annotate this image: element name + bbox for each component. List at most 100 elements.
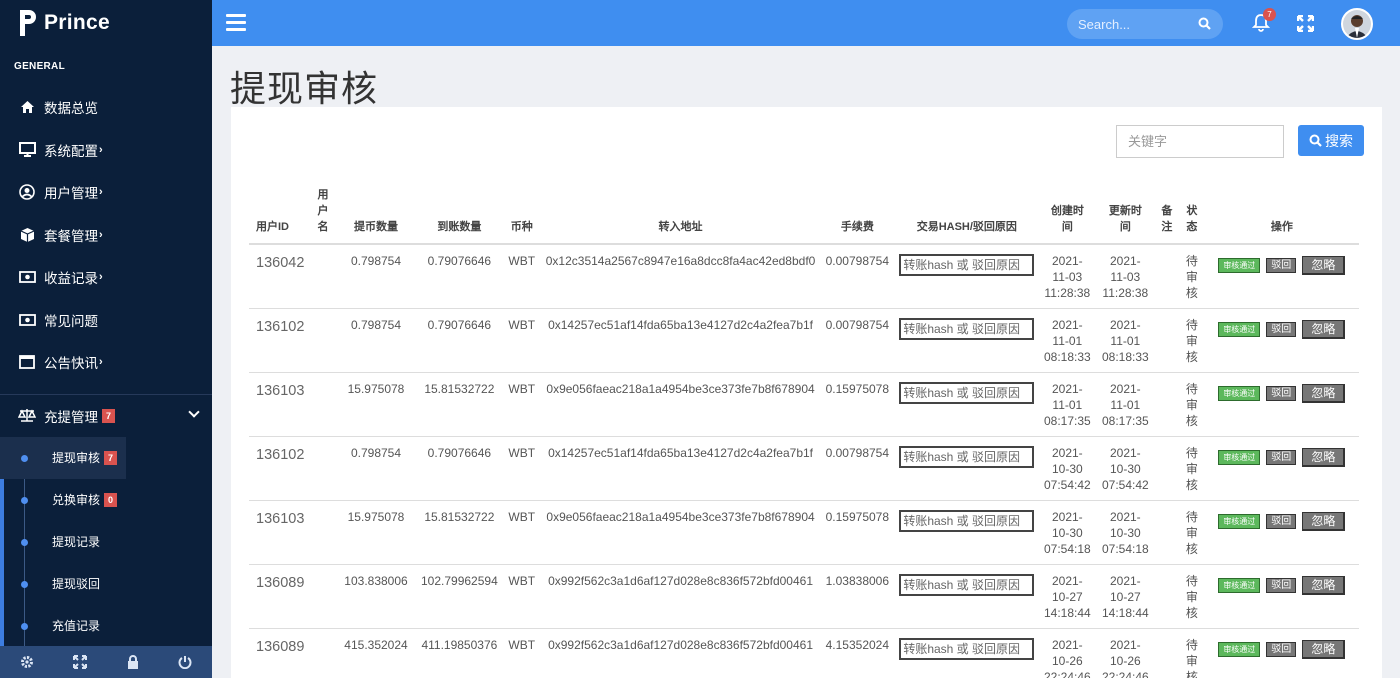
ignore-button[interactable]: 忽略 bbox=[1302, 639, 1346, 659]
table-row: 136089 415.352024 411.19850376 WBT 0x992f562… bbox=[249, 628, 1360, 678]
cell-remark bbox=[1154, 564, 1180, 629]
col-fee: 手续费 bbox=[819, 187, 896, 245]
col-address: 转入地址 bbox=[541, 187, 820, 245]
col-remark: 备注 bbox=[1154, 187, 1180, 245]
row-actions: 审核通过 驳回 忽略 bbox=[1208, 573, 1355, 595]
power-icon[interactable] bbox=[178, 655, 192, 669]
hash-input[interactable] bbox=[899, 509, 1035, 532]
cell-received: 411.19850376 bbox=[417, 628, 502, 678]
cell-created: 2021-10-30 07:54:18 bbox=[1038, 500, 1097, 565]
sidebar-item-label: 收益记录 bbox=[44, 271, 98, 287]
notification-count: 7 bbox=[1263, 8, 1276, 21]
subnav-item-4[interactable]: 充值记录 bbox=[0, 605, 212, 647]
approve-button[interactable]: 审核通过 bbox=[1218, 321, 1261, 337]
approve-button[interactable]: 审核通过 bbox=[1218, 258, 1261, 273]
ignore-button[interactable]: 忽略 bbox=[1302, 511, 1346, 531]
cell-address: 0x12c3514a2567c8947e16a8dcc8fa4ac42ed8bd… bbox=[541, 244, 820, 309]
avatar[interactable] bbox=[1341, 8, 1373, 40]
subnav-item-label: 提现驳回 bbox=[52, 577, 101, 591]
reject-button[interactable]: 驳回 bbox=[1266, 513, 1297, 529]
created-date: 2021-11-01 bbox=[1051, 317, 1083, 348]
cell-fee: 0.15975078 bbox=[819, 372, 896, 437]
reject-button[interactable]: 驳回 bbox=[1266, 258, 1297, 273]
updated-date: 2021-10-26 bbox=[1109, 637, 1141, 668]
lock-icon[interactable] bbox=[127, 655, 139, 669]
col-created: 创建时间 bbox=[1038, 187, 1097, 245]
cell-username bbox=[311, 436, 335, 501]
ignore-button[interactable]: 忽略 bbox=[1302, 319, 1346, 339]
cell-hash bbox=[895, 244, 1039, 309]
brand-name: Prince bbox=[44, 11, 110, 34]
sidebar-item-label: 系统配置 bbox=[44, 143, 98, 159]
subnav-item-2[interactable]: 提现记录 bbox=[0, 521, 212, 563]
sidebar-item-2[interactable]: 用户管理 › bbox=[0, 171, 212, 214]
menu-toggle-icon[interactable] bbox=[226, 14, 246, 31]
sidebar-item-3[interactable]: 套餐管理 › bbox=[0, 214, 212, 257]
bullet-dot-icon bbox=[21, 538, 28, 546]
nav-group-badge: 7 bbox=[102, 408, 116, 423]
approve-button[interactable]: 审核通过 bbox=[1218, 641, 1261, 657]
reject-button[interactable]: 驳回 bbox=[1266, 385, 1297, 401]
keyword-input[interactable] bbox=[1116, 125, 1284, 158]
sidebar-item-0[interactable]: 数据总览 bbox=[0, 86, 212, 129]
approve-button[interactable]: 审核通过 bbox=[1218, 513, 1261, 529]
ignore-button[interactable]: 忽略 bbox=[1302, 256, 1346, 275]
hash-input[interactable] bbox=[899, 381, 1035, 404]
cell-coin: WBT bbox=[501, 564, 542, 629]
logo-p-icon bbox=[18, 9, 38, 37]
hash-input[interactable] bbox=[899, 317, 1035, 340]
sidebar-item-6[interactable]: 公告快讯 › bbox=[0, 341, 212, 384]
search-button[interactable]: 搜索 bbox=[1298, 125, 1364, 156]
reject-button[interactable]: 驳回 bbox=[1266, 577, 1297, 593]
cell-received: 102.79962594 bbox=[417, 564, 502, 629]
subnav-item-3[interactable]: 提现驳回 bbox=[0, 563, 212, 605]
chevron-right-icon: › bbox=[99, 228, 103, 241]
approve-button[interactable]: 审核通过 bbox=[1218, 449, 1261, 465]
reject-button[interactable]: 驳回 bbox=[1266, 449, 1297, 465]
hash-input[interactable] bbox=[899, 637, 1035, 660]
money-icon bbox=[18, 269, 36, 285]
cell-status: 待审核 bbox=[1179, 500, 1205, 565]
ignore-button[interactable]: 忽略 bbox=[1302, 447, 1346, 467]
sidebar-item-4[interactable]: 收益记录 › bbox=[0, 256, 212, 299]
withdraw-table: 用户ID 用户名 提币数量 到账数量 币种 转入地址 手续费 交易HASH/驳回… bbox=[249, 187, 1360, 678]
created-date: 2021-11-03 bbox=[1051, 254, 1083, 284]
created-time: 07:54:18 bbox=[1043, 541, 1091, 556]
subnav-item-1[interactable]: 兑换审核 0 bbox=[0, 479, 212, 521]
gear-icon[interactable] bbox=[20, 655, 34, 669]
reject-button[interactable]: 驳回 bbox=[1266, 321, 1297, 337]
expand-icon[interactable] bbox=[73, 655, 88, 669]
sidebar-footer bbox=[0, 646, 212, 678]
fullscreen-icon[interactable] bbox=[1296, 14, 1315, 37]
cell-remark bbox=[1154, 308, 1180, 373]
bullet-dot-icon bbox=[21, 580, 28, 588]
status-text: 待审核 bbox=[1185, 509, 1198, 556]
cell-username bbox=[311, 628, 335, 678]
approve-button[interactable]: 审核通过 bbox=[1218, 385, 1261, 401]
search-icon[interactable] bbox=[1198, 17, 1211, 35]
cell-status: 待审核 bbox=[1179, 372, 1205, 437]
hash-input[interactable] bbox=[899, 573, 1035, 596]
cell-remark bbox=[1154, 500, 1180, 565]
reject-button[interactable]: 驳回 bbox=[1266, 641, 1297, 657]
cell-fee: 1.03838006 bbox=[819, 564, 896, 629]
sidebar-item-5[interactable]: 常见问题 bbox=[0, 299, 212, 342]
brand-logo[interactable]: Prince bbox=[0, 0, 212, 46]
sidebar-item-1[interactable]: 系统配置 › bbox=[0, 129, 212, 172]
cell-remark bbox=[1154, 372, 1180, 437]
subnav-item-0[interactable]: 提现审核 7 bbox=[0, 436, 126, 479]
ignore-button[interactable]: 忽略 bbox=[1302, 383, 1346, 403]
nav-group-withdraw-manage[interactable]: 充提管理 7 bbox=[0, 395, 212, 437]
approve-button[interactable]: 审核通过 bbox=[1218, 577, 1261, 593]
hash-input[interactable] bbox=[899, 254, 1035, 276]
cell-amount: 415.352024 bbox=[335, 628, 417, 678]
monitor-icon bbox=[18, 142, 36, 158]
cell-amount: 15.975078 bbox=[335, 500, 417, 565]
cell-updated: 2021-11-01 08:18:33 bbox=[1096, 308, 1155, 373]
global-search-input[interactable] bbox=[1078, 16, 1193, 32]
table-row: 136042 0.798754 0.79076646 WBT 0x12c3514a256… bbox=[249, 244, 1360, 309]
hash-input[interactable] bbox=[899, 445, 1035, 468]
notification-button[interactable]: 7 bbox=[1251, 8, 1276, 37]
ignore-button[interactable]: 忽略 bbox=[1302, 575, 1346, 595]
global-search bbox=[1067, 9, 1223, 39]
